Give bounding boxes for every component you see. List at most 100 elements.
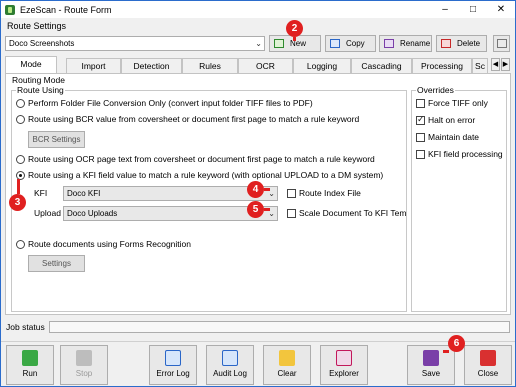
document-icon: [497, 39, 507, 48]
explorer-icon: [336, 350, 352, 366]
radio-forms-recognition[interactable]: [16, 240, 25, 249]
forms-settings-button[interactable]: Settings: [28, 255, 85, 272]
clear-button[interactable]: Clear: [263, 345, 311, 385]
callout-3-arrow: [17, 179, 20, 194]
clear-icon: [279, 350, 295, 366]
route-form-window: EzeScan - Route Form – □ ✕ Route Setting…: [0, 0, 516, 387]
overrides-title: Overrides: [416, 85, 455, 95]
radio-ocr[interactable]: [16, 155, 25, 164]
tab-logging[interactable]: Logging: [293, 58, 351, 73]
delete-button-label: Delete: [457, 39, 481, 48]
force-tiff-checkbox[interactable]: [416, 99, 425, 108]
option-ocr-label: Route using OCR page text from covershee…: [28, 154, 375, 164]
chevron-down-icon: ⌄: [255, 39, 262, 48]
minimize-button[interactable]: –: [431, 1, 459, 18]
route-index-file-label: Route Index File: [299, 188, 361, 198]
callout-6-arrow: [443, 350, 449, 353]
window-close-button[interactable]: ✕: [487, 1, 515, 18]
tab-rules[interactable]: Rules: [182, 58, 238, 73]
scale-document-checkbox[interactable]: [287, 209, 296, 218]
tab-strip: Mode Import Detection Rules OCR Logging …: [5, 56, 511, 73]
tab-scan[interactable]: Sc: [472, 58, 488, 73]
title-bar: EzeScan - Route Form – □ ✕: [1, 1, 515, 18]
route-index-file-checkbox[interactable]: [287, 189, 296, 198]
bottom-toolbar: Run Stop Error Log Audit Log Clear Explo…: [1, 341, 515, 386]
clear-label: Clear: [277, 369, 297, 378]
job-status-label: Job status: [6, 322, 45, 332]
route-using-title: Route Using: [16, 85, 65, 95]
save-label: Save: [421, 369, 441, 378]
callout-4: 4: [247, 181, 264, 198]
rename-button[interactable]: Rename: [379, 35, 432, 52]
close-button[interactable]: Close: [464, 345, 512, 385]
settings-file-button[interactable]: [493, 35, 510, 52]
tab-processing[interactable]: Processing: [412, 58, 472, 73]
rename-button-label: Rename: [400, 39, 431, 48]
routing-mode-heading: Routing Mode: [12, 75, 65, 85]
play-icon: [22, 350, 38, 366]
route-using-group: Route Using Perform Folder File Conversi…: [11, 85, 407, 312]
option-forms-recognition-label: Route documents using Forms Recognition: [28, 239, 191, 249]
route-settings-select[interactable]: Doco Screenshots ⌄: [5, 36, 265, 51]
callout-3: 3: [9, 194, 26, 211]
window-title: EzeScan - Route Form: [20, 4, 112, 15]
scale-document-label: Scale Document To KFI Tem: [299, 208, 407, 218]
upload-select[interactable]: Doco Uploads ⌄: [63, 206, 278, 221]
radio-bcr[interactable]: [16, 115, 25, 124]
callout-5: 5: [247, 201, 264, 218]
job-status-bar: [49, 321, 510, 333]
tab-detection[interactable]: Detection: [121, 58, 182, 73]
radio-folder-conversion[interactable]: [16, 99, 25, 108]
copy-button-label: Copy: [346, 39, 365, 48]
force-tiff-label: Force TIFF only: [428, 98, 488, 108]
close-label: Close: [477, 369, 499, 378]
error-log-label: Error Log: [156, 369, 190, 378]
kfi-select[interactable]: Doco KFI ⌄: [63, 186, 278, 201]
halt-on-error-label: Halt on error: [428, 115, 476, 125]
kfi-value: Doco KFI: [67, 189, 101, 198]
tab-ocr[interactable]: OCR: [238, 58, 293, 73]
option-folder-conversion-label: Perform Folder File Conversion Only (con…: [28, 98, 313, 108]
error-log-button[interactable]: Error Log: [149, 345, 197, 385]
run-button[interactable]: Run: [6, 345, 54, 385]
tab-scroll-left-icon[interactable]: ◀: [491, 58, 500, 71]
copy-button[interactable]: Copy: [325, 35, 376, 52]
new-document-icon: [274, 39, 284, 48]
option-kfi-label: Route using a KFI field value to match a…: [28, 170, 384, 180]
audit-log-button[interactable]: Audit Log: [206, 345, 254, 385]
callout-2-arrow: [293, 37, 296, 41]
tab-mode[interactable]: Mode: [5, 56, 57, 73]
callout-5-arrow: [264, 208, 270, 211]
delete-icon: [441, 39, 451, 48]
route-settings-value: Doco Screenshots: [9, 39, 75, 48]
copy-icon: [330, 39, 340, 48]
upload-label: Upload: [34, 208, 61, 218]
explorer-label: Explorer: [329, 369, 359, 378]
upload-value: Doco Uploads: [67, 209, 118, 218]
stop-label: Stop: [75, 369, 93, 378]
stop-button[interactable]: Stop: [60, 345, 108, 385]
delete-button[interactable]: Delete: [436, 35, 487, 52]
kfi-field-processing-checkbox[interactable]: [416, 150, 425, 159]
halt-on-error-checkbox[interactable]: [416, 114, 425, 125]
audit-log-label: Audit Log: [213, 369, 247, 378]
callout-4-arrow: [264, 188, 270, 191]
run-label: Run: [22, 369, 38, 378]
save-icon: [423, 350, 439, 366]
tab-import[interactable]: Import: [66, 58, 121, 73]
stop-icon: [76, 350, 92, 366]
maximize-button[interactable]: □: [459, 1, 487, 18]
audit-log-icon: [222, 350, 238, 366]
tab-cascading[interactable]: Cascading: [351, 58, 412, 73]
kfi-field-processing-label: KFI field processing: [428, 149, 503, 159]
tab-scroll-right-icon[interactable]: ▶: [501, 58, 510, 71]
overrides-group: Overrides Force TIFF only Halt on error …: [411, 85, 507, 312]
maintain-date-checkbox[interactable]: [416, 133, 425, 142]
rename-icon: [384, 39, 394, 48]
kfi-label: KFI: [34, 188, 48, 198]
option-bcr-label: Route using BCR value from coversheet or…: [28, 114, 360, 124]
callout-6: 6: [448, 335, 465, 352]
bcr-settings-button[interactable]: BCR Settings: [28, 131, 85, 148]
callout-2: 2: [286, 20, 303, 37]
explorer-button[interactable]: Explorer: [320, 345, 368, 385]
